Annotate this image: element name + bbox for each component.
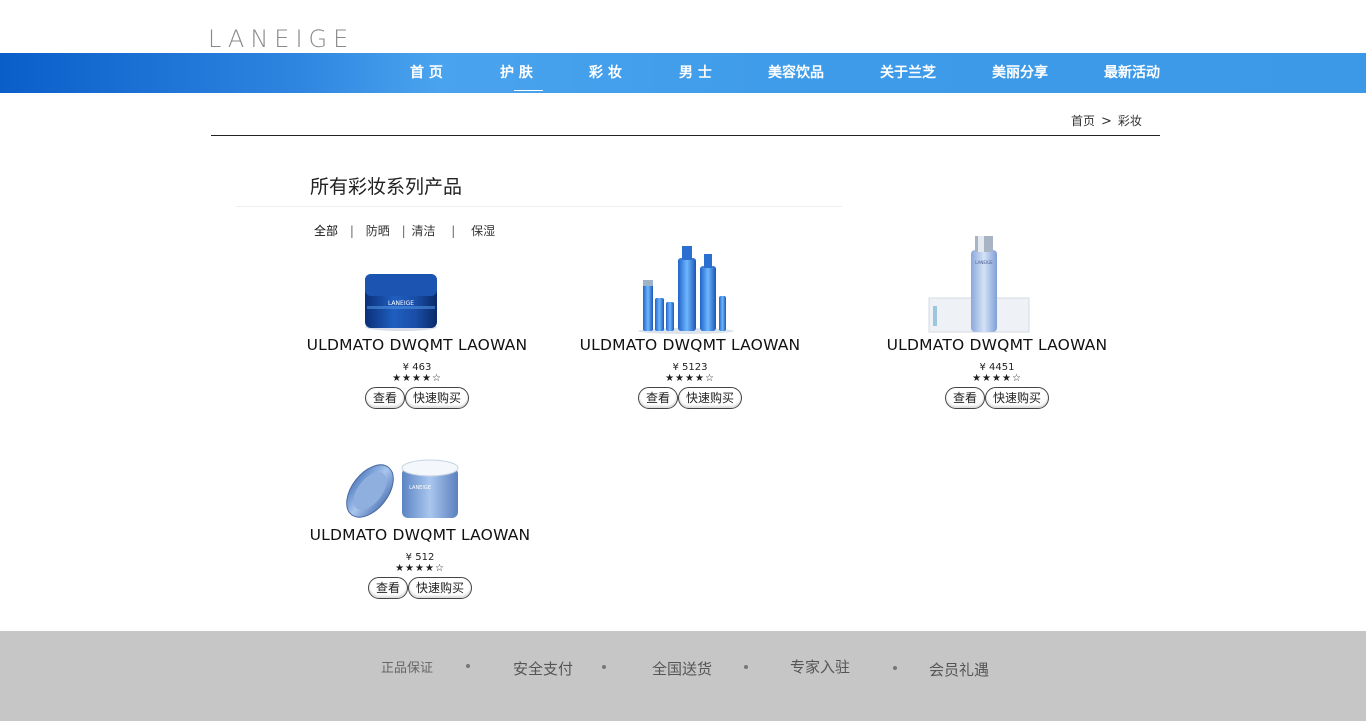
- breadcrumb-current: 彩妆: [1117, 114, 1142, 128]
- quick-buy-button[interactable]: 快速购买: [405, 387, 470, 409]
- product-name[interactable]: ULDMATO DWQMT LAOWAN: [300, 526, 540, 544]
- star-filled-icon: ★: [694, 373, 705, 384]
- nav-item-beauty-drinks[interactable]: 美容饮品: [768, 53, 824, 93]
- product-rating: ★★★★☆: [300, 563, 540, 575]
- nav-item-home[interactable]: 首 页: [410, 53, 443, 93]
- star-filled-icon: ★: [982, 373, 993, 384]
- star-filled-icon: ★: [424, 563, 435, 574]
- product-image-open-cream-jar[interactable]: LANEIGE: [300, 426, 540, 526]
- product-rating: ★★★★☆: [877, 373, 1117, 385]
- view-button[interactable]: 查看: [637, 387, 678, 409]
- product-image-toner-bottle-with-box[interactable]: LANEIGE: [877, 232, 1117, 336]
- star-filled-icon: ★: [392, 373, 403, 384]
- star-filled-icon: ★: [972, 373, 983, 384]
- product-card: LANEIGE ULDMATO DWQMT LAOWAN ¥ 512 ★★★★☆…: [300, 426, 540, 599]
- product-card: LANEIGE ULDMATO DWQMT LAOWAN ¥ 4451 ★★★★…: [877, 232, 1117, 409]
- product-name[interactable]: ULDMATO DWQMT LAOWAN: [877, 336, 1117, 354]
- svg-text:LANEIGE: LANEIGE: [975, 260, 993, 265]
- star-filled-icon: ★: [992, 373, 1002, 384]
- star-filled-icon: ★: [685, 373, 695, 384]
- breadcrumb-separator: >: [1101, 114, 1112, 129]
- quick-buy-button[interactable]: 快速购买: [985, 387, 1050, 409]
- star-empty-icon: ☆: [1011, 373, 1022, 384]
- product-price: ¥ 5123: [672, 362, 708, 373]
- nav-item-about[interactable]: 关于兰芝: [880, 53, 936, 93]
- footer-secure-payment[interactable]: 安全支付: [513, 658, 573, 679]
- footer-member-benefits[interactable]: 会员礼遇: [929, 659, 989, 680]
- svg-text:LANEIGE: LANEIGE: [409, 485, 431, 491]
- main-nav: 首 页 护 肤 彩 妆 男 士 美容饮品 关于兰芝 美丽分享 最新活动: [0, 53, 1366, 93]
- breadcrumb-home-link[interactable]: 首页: [1071, 114, 1095, 128]
- svg-text:LANEIGE: LANEIGE: [388, 300, 414, 307]
- product-price: ¥ 4451: [979, 362, 1015, 373]
- view-button[interactable]: 查看: [944, 387, 985, 409]
- nav-item-makeup[interactable]: 彩 妆: [589, 53, 622, 93]
- star-filled-icon: ★: [1001, 373, 1012, 384]
- nav-item-beauty-share[interactable]: 美丽分享: [992, 53, 1048, 93]
- laneige-logo[interactable]: LANEIGE: [208, 25, 354, 53]
- star-empty-icon: ☆: [704, 373, 715, 384]
- product-rating: ★★★★☆: [297, 373, 537, 385]
- footer-dot: [602, 665, 606, 669]
- star-empty-icon: ☆: [434, 563, 445, 574]
- star-filled-icon: ★: [405, 563, 416, 574]
- star-empty-icon: ☆: [431, 373, 442, 384]
- product-card: LANEIGE ULDMATO DWQMT LAOWAN ¥ 463 ★★★★☆…: [297, 236, 537, 409]
- product-name[interactable]: ULDMATO DWQMT LAOWAN: [570, 336, 810, 354]
- star-filled-icon: ★: [412, 373, 422, 384]
- star-filled-icon: ★: [395, 563, 406, 574]
- nav-item-men[interactable]: 男 士: [679, 53, 712, 93]
- breadcrumb: 首页 > 彩妆: [1071, 112, 1142, 129]
- footer-dot: [466, 664, 470, 668]
- product-image-blue-skincare-set[interactable]: [570, 236, 810, 336]
- star-filled-icon: ★: [421, 373, 432, 384]
- nav-item-skincare[interactable]: 护 肤: [500, 53, 543, 93]
- star-filled-icon: ★: [402, 373, 413, 384]
- quick-buy-button[interactable]: 快速购买: [678, 387, 743, 409]
- footer-nationwide-delivery[interactable]: 全国送货: [652, 658, 712, 679]
- nav-item-latest-events[interactable]: 最新活动: [1104, 53, 1160, 93]
- product-price: ¥ 463: [402, 362, 432, 373]
- title-divider: [236, 206, 842, 207]
- quick-buy-button[interactable]: 快速购买: [408, 577, 473, 599]
- star-filled-icon: ★: [665, 373, 676, 384]
- star-filled-icon: ★: [675, 373, 686, 384]
- page-title: 所有彩妆系列产品: [310, 176, 463, 198]
- star-filled-icon: ★: [415, 563, 425, 574]
- product-rating: ★★★★☆: [570, 373, 810, 385]
- view-button[interactable]: 查看: [364, 387, 405, 409]
- footer-dot: [744, 665, 748, 669]
- header-divider: [211, 135, 1160, 136]
- footer-authentic-guarantee[interactable]: 正品保证: [381, 657, 433, 676]
- product-price: ¥ 512: [405, 552, 435, 563]
- product-card: ULDMATO DWQMT LAOWAN ¥ 5123 ★★★★☆ 查看 快速购买: [570, 236, 810, 409]
- view-button[interactable]: 查看: [367, 577, 408, 599]
- footer-experts[interactable]: 专家入驻: [790, 656, 850, 677]
- footer-bar: 正品保证 安全支付 全国送货 专家入驻 会员礼遇: [0, 631, 1366, 721]
- product-image-blue-cream-jar[interactable]: LANEIGE: [297, 236, 537, 336]
- product-name[interactable]: ULDMATO DWQMT LAOWAN: [297, 336, 537, 354]
- footer-dot: [893, 666, 897, 670]
